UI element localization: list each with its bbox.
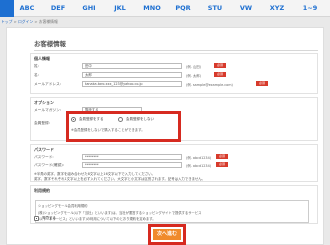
first-name-input[interactable]: 太郎 <box>82 72 182 78</box>
options-title: オプション <box>34 100 54 105</box>
nav-tab-numbers[interactable]: 1~9 <box>297 0 323 17</box>
nav-tab-def[interactable]: DEF <box>47 0 69 17</box>
password-hint: (例. abcd1234) <box>186 156 212 160</box>
password-input[interactable]: ******** <box>82 154 182 160</box>
highlight-next-button: 次へ進む <box>148 224 186 245</box>
email-hint: (例. sample@example.com) <box>186 83 233 87</box>
nav-tab-stu[interactable]: STU <box>204 0 226 17</box>
password-confirm-input[interactable]: ******** <box>82 162 182 168</box>
no-register-radio[interactable] <box>118 117 123 122</box>
password-confirm-required-badge: 必須 <box>216 162 228 167</box>
password-label: パスワード: <box>34 155 54 159</box>
no-register-radio-label: 会員登録をしない <box>126 117 154 121</box>
breadcrumb: トップ > ログイン > お客様情報 <box>1 19 58 24</box>
member-register-label: 会員登録: <box>34 121 50 125</box>
first-name-required-badge: 必須 <box>214 72 226 77</box>
password-note-2: 英字、数字それぞれ1文字以上を必ず入れてください。大文字と小文字は区別されます。… <box>34 177 206 181</box>
nav-tab-home[interactable] <box>0 0 14 17</box>
last-name-hint: (例. 山田) <box>186 65 201 69</box>
last-name-label: 姓: <box>34 64 39 68</box>
title-divider <box>34 50 318 51</box>
breadcrumb-login[interactable]: ログイン <box>18 19 33 24</box>
first-name-hint: (例. 太郎) <box>186 74 201 78</box>
email-required-badge: 必須 <box>256 81 268 86</box>
breadcrumb-current: お客様情報 <box>38 19 58 24</box>
terms-line-1: ショッピングモール会員利用規約 <box>38 204 88 208</box>
email-input[interactable]: tanaka.taro.xxx_123@yahoo.co.jp <box>82 81 182 87</box>
nav-tab-vw[interactable]: VW <box>235 0 257 17</box>
nav-tab-ghi[interactable]: GHI <box>78 0 100 17</box>
alphabet-nav: ABC DEF GHI JKL MNO PQR STU VW XYZ 1~9 <box>0 0 330 17</box>
member-register-note: ※会員登録をしないで購入することができます。 <box>71 128 145 132</box>
next-button[interactable]: 次へ進む <box>153 229 181 240</box>
personal-info-title: 個人情報 <box>34 56 50 61</box>
nav-tab-xyz[interactable]: XYZ <box>266 0 288 17</box>
page-title: お客様情報 <box>34 40 66 48</box>
register-radio-label: 会員登録をする <box>79 117 104 121</box>
password-required-badge: 必須 <box>216 154 228 159</box>
register-radio[interactable] <box>71 117 76 122</box>
last-name-required-badge: 必須 <box>214 63 226 68</box>
first-name-label: 名: <box>34 73 39 77</box>
nav-tab-pqr[interactable]: PQR <box>172 0 194 17</box>
nav-tab-jkl[interactable]: JKL <box>109 0 131 17</box>
password-confirm-label: パスワード(確認): <box>34 163 64 167</box>
last-name-input[interactable]: 田中 <box>82 63 182 69</box>
password-title: パスワード <box>34 147 54 152</box>
agree-label: 同意する <box>42 216 56 220</box>
terms-textarea[interactable]: ショッピングモール会員利用規約 (株)ショッピングモール(以下「当社」といいます… <box>35 200 309 223</box>
nav-tab-mno[interactable]: MNO <box>141 0 163 17</box>
newsletter-label: メールマガジン: <box>34 108 62 112</box>
breadcrumb-home[interactable]: トップ <box>1 19 12 24</box>
email-label: メールアドレス: <box>34 82 62 86</box>
agree-checkbox[interactable] <box>34 216 39 221</box>
terms-title: 利用規約 <box>34 188 50 193</box>
nav-tab-abc[interactable]: ABC <box>16 0 38 17</box>
password-confirm-hint: (例. abcd1234) <box>186 164 212 168</box>
terms-line-2: (株)ショッピングモール(以下「当社」といいます)は、当社が運営するショッピング… <box>38 211 202 215</box>
